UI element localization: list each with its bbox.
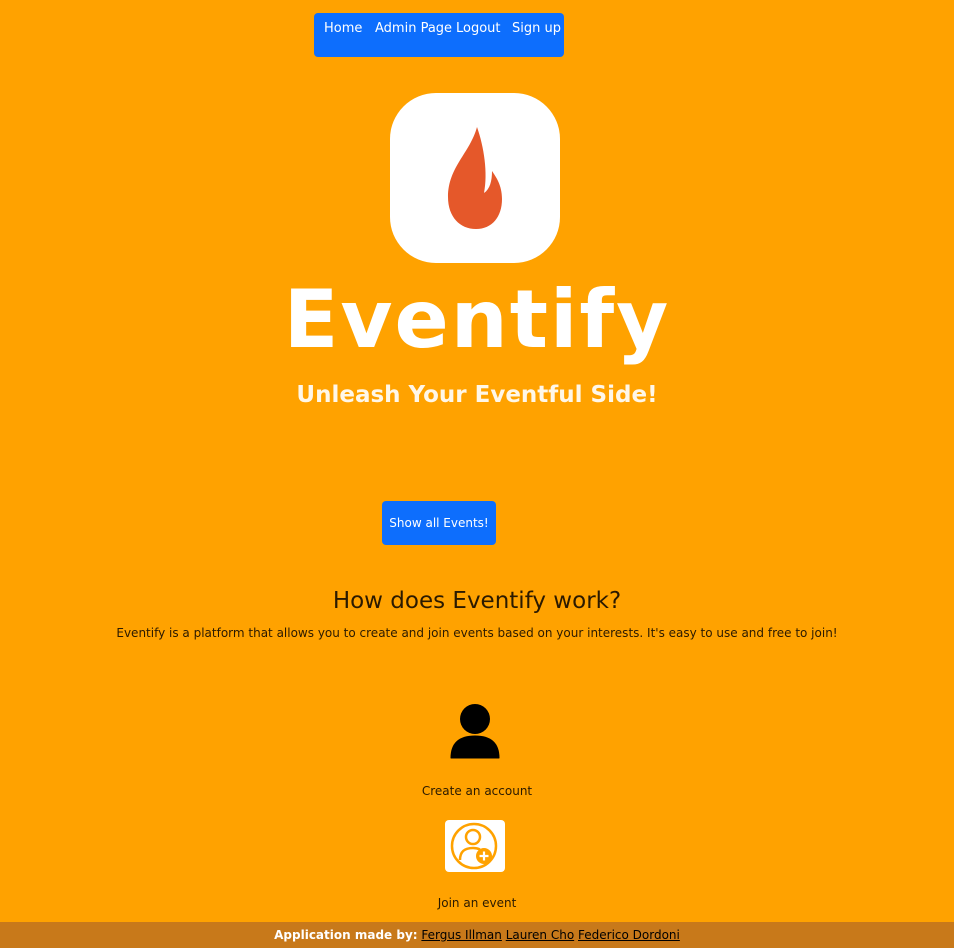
nav-admin-page-link[interactable]: Admin Page	[375, 21, 452, 36]
author-link-fergus-illman[interactable]: Fergus Illman	[421, 928, 502, 942]
nav-logout-link[interactable]: Logout	[456, 21, 501, 36]
step-create-account-label: Create an account	[421, 784, 533, 798]
show-all-events-button[interactable]: Show all Events!	[382, 501, 496, 545]
app-logo	[390, 93, 560, 263]
nav-signup-link[interactable]: Sign up	[512, 21, 561, 36]
footer: Application made by: Fergus Illman Laure…	[0, 922, 954, 948]
page: Home Admin Page Logout Sign up Eventify …	[0, 0, 954, 948]
author-link-lauren-cho[interactable]: Lauren Cho	[506, 928, 574, 942]
nav-home-link[interactable]: Home	[324, 21, 362, 36]
footer-made-by-label: Application made by:	[274, 928, 418, 942]
how-it-works-description: Eventify is a platform that allows you t…	[116, 626, 838, 640]
flame-icon	[448, 127, 502, 229]
user-icon	[448, 702, 502, 760]
tagline: Unleash Your Eventful Side!	[296, 382, 658, 408]
user-add-icon	[445, 820, 505, 872]
how-it-works-heading: How does Eventify work?	[332, 588, 622, 614]
top-navbar: Home Admin Page Logout Sign up	[314, 13, 564, 57]
author-link-federico-dordoni[interactable]: Federico Dordoni	[578, 928, 680, 942]
brand-name: Eventify	[283, 273, 671, 366]
step-join-event-label: Join an event	[437, 896, 517, 910]
